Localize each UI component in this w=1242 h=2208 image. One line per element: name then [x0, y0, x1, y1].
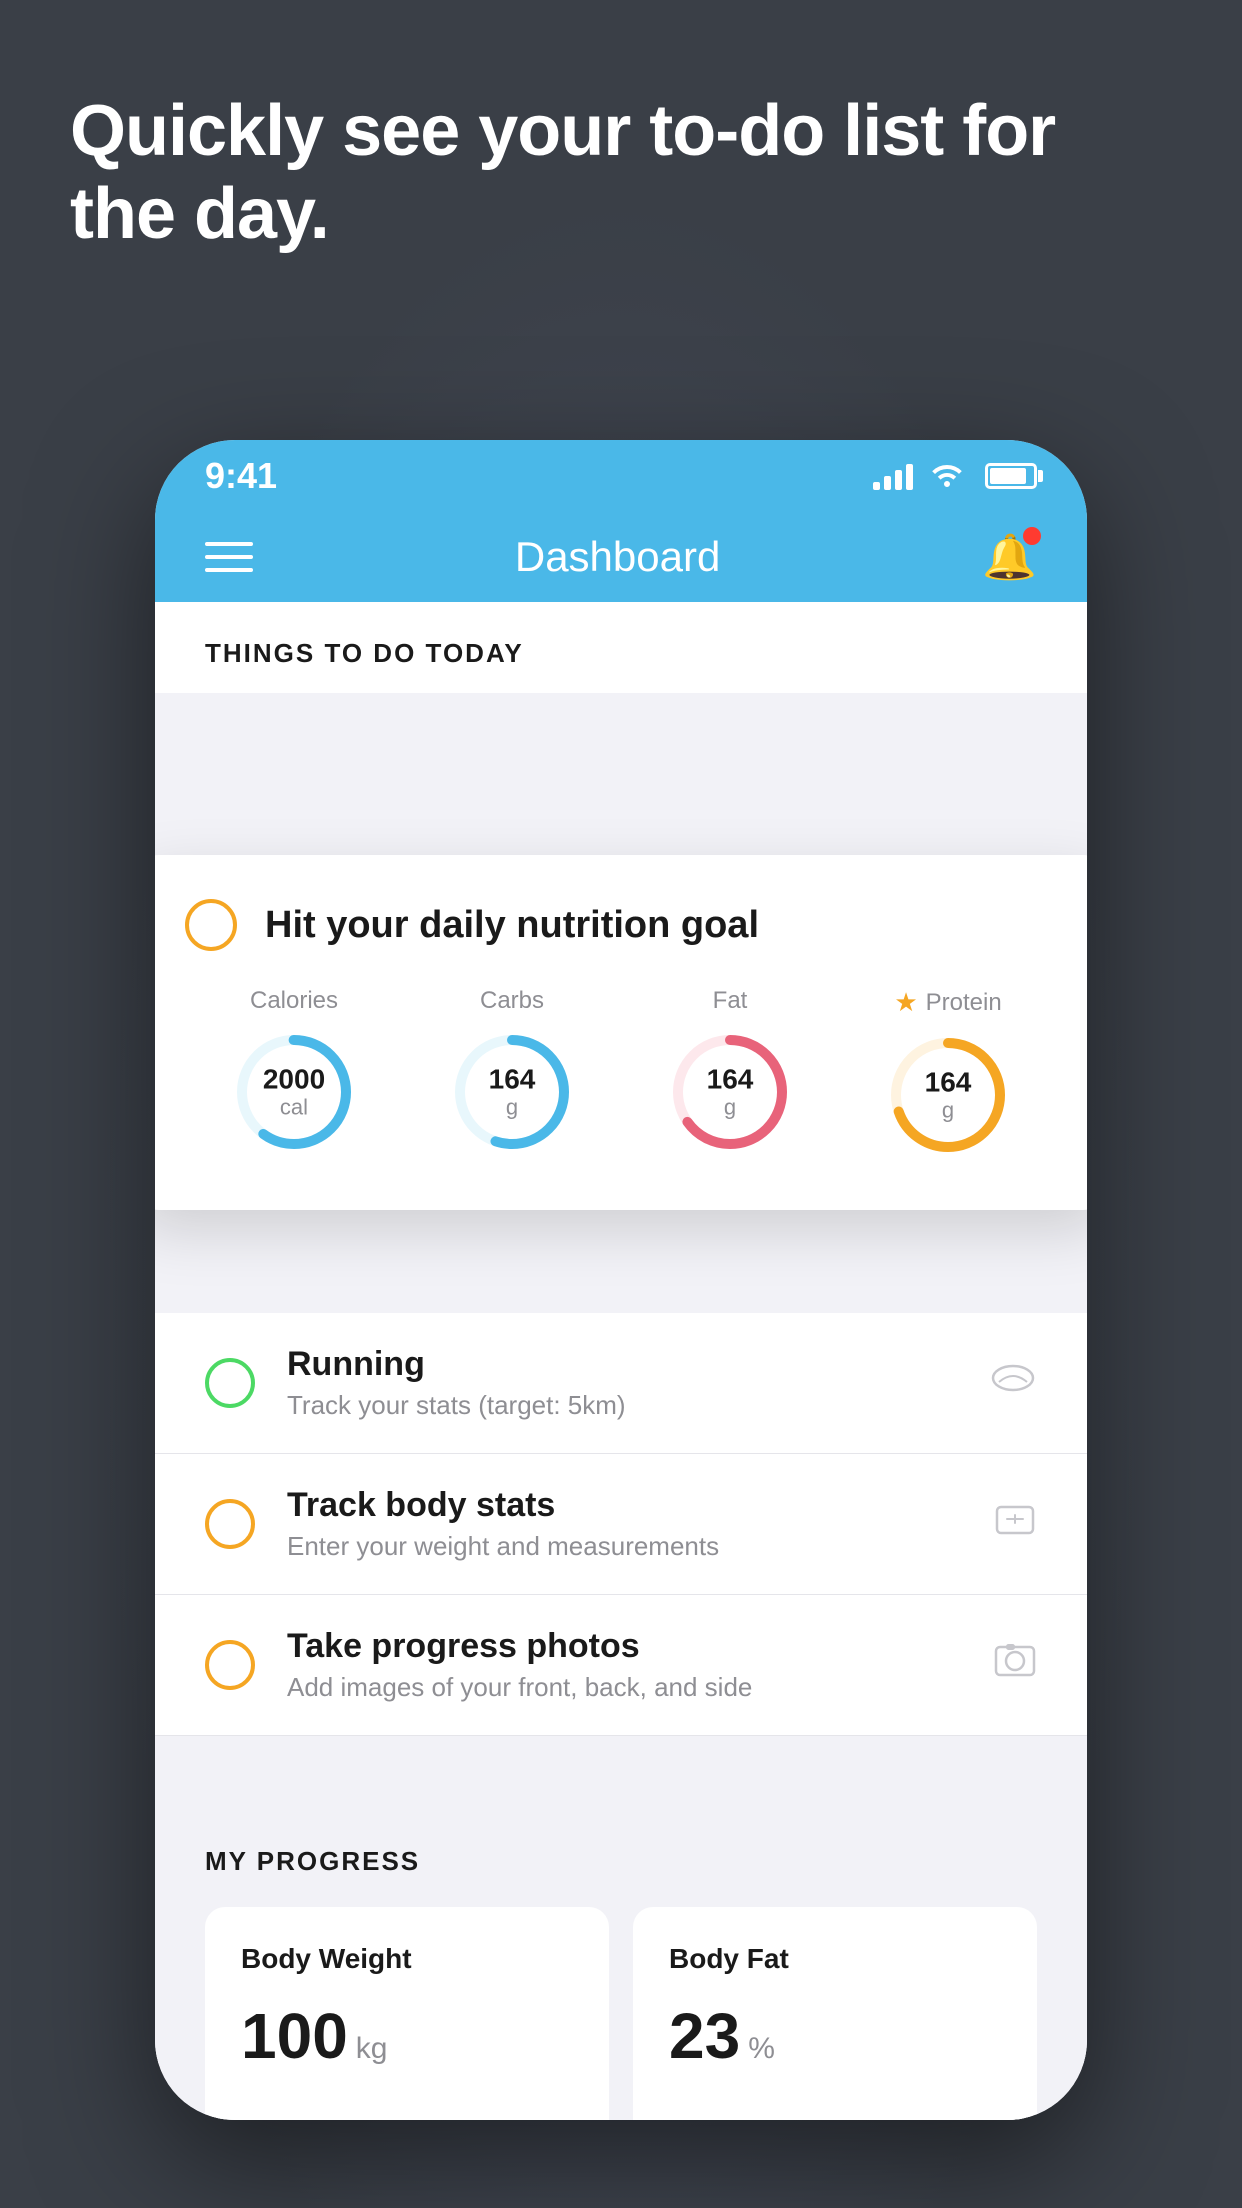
progress-section: MY PROGRESS Body Weight 100 kg [155, 1796, 1087, 2120]
battery-icon [985, 463, 1037, 489]
todo-list: Running Track your stats (target: 5km) T… [155, 1313, 1087, 1736]
progress-section-title: MY PROGRESS [205, 1846, 1037, 1877]
hamburger-line [205, 568, 253, 572]
fat-item: Fat 164 g [665, 987, 795, 1157]
signal-icon [873, 462, 913, 490]
status-bar: 9:41 [155, 440, 1087, 512]
notification-dot [1023, 527, 1041, 545]
fat-circle: 164 g [665, 1027, 795, 1157]
running-title: Running [287, 1345, 957, 1384]
running-subtitle: Track your stats (target: 5km) [287, 1390, 957, 1421]
star-icon: ★ [894, 987, 917, 1018]
todo-item-running[interactable]: Running Track your stats (target: 5km) [155, 1313, 1087, 1454]
body-fat-number: 23 [669, 1999, 740, 2073]
wifi-icon [929, 459, 965, 494]
status-icons [873, 459, 1037, 494]
progress-photos-check-circle [205, 1640, 255, 1690]
body-weight-card-title: Body Weight [241, 1943, 573, 1975]
carbs-unit: g [489, 1095, 536, 1119]
body-weight-card[interactable]: Body Weight 100 kg [205, 1907, 609, 2120]
body-stats-check-circle [205, 1499, 255, 1549]
progress-photos-subtitle: Add images of your front, back, and side [287, 1672, 961, 1703]
photo-icon [993, 1638, 1037, 1692]
app-content: THINGS TO DO TODAY Hit your daily nutrit… [155, 602, 1087, 2120]
carbs-value: 164 [489, 1065, 536, 1096]
body-stats-subtitle: Enter your weight and measurements [287, 1531, 961, 1562]
body-weight-chart [241, 2093, 573, 2120]
hero-text: Quickly see your to-do list for the day. [70, 90, 1172, 256]
fat-unit: g [707, 1095, 754, 1119]
things-to-do-title: THINGS TO DO TODAY [205, 638, 1037, 669]
nutrition-card: Hit your daily nutrition goal Calories [155, 855, 1087, 1210]
hamburger-line [205, 542, 253, 546]
carbs-item: Carbs 164 g [447, 987, 577, 1157]
protein-item: ★ Protein 164 g [883, 987, 1013, 1160]
status-time: 9:41 [205, 455, 277, 497]
todo-item-progress-photos[interactable]: Take progress photos Add images of your … [155, 1595, 1087, 1736]
body-fat-unit: % [748, 2032, 775, 2066]
running-text: Running Track your stats (target: 5km) [287, 1345, 957, 1421]
body-fat-card-title: Body Fat [669, 1943, 1001, 1975]
protein-circle: 164 g [883, 1030, 1013, 1160]
calories-circle: 2000 cal [229, 1027, 359, 1157]
menu-button[interactable] [205, 542, 253, 572]
body-weight-unit: kg [356, 2032, 388, 2066]
protein-label: Protein [926, 989, 1002, 1017]
hamburger-line [205, 555, 253, 559]
nutrition-check-circle[interactable] [185, 899, 237, 951]
protein-value: 164 [925, 1068, 972, 1099]
body-stats-text: Track body stats Enter your weight and m… [287, 1486, 961, 1562]
things-to-do-header: THINGS TO DO TODAY [155, 602, 1087, 693]
fat-label: Fat [713, 987, 748, 1015]
notification-bell-icon[interactable]: 🔔 [982, 531, 1037, 583]
progress-photos-text: Take progress photos Add images of your … [287, 1627, 961, 1703]
body-fat-card[interactable]: Body Fat 23 % [633, 1907, 1037, 2120]
nav-title: Dashboard [515, 533, 720, 581]
calories-label: Calories [250, 987, 338, 1015]
nutrition-row: Calories 2000 cal [185, 987, 1057, 1160]
carbs-label: Carbs [480, 987, 544, 1015]
progress-cards: Body Weight 100 kg [205, 1907, 1037, 2120]
phone-frame: 9:41 Dashboard 🔔 [155, 440, 1087, 2120]
running-icon [989, 1360, 1037, 1406]
carbs-circle: 164 g [447, 1027, 577, 1157]
body-fat-chart [669, 2093, 1001, 2120]
body-stats-title: Track body stats [287, 1486, 961, 1525]
todo-item-body-stats[interactable]: Track body stats Enter your weight and m… [155, 1454, 1087, 1595]
progress-photos-title: Take progress photos [287, 1627, 961, 1666]
body-weight-value-row: 100 kg [241, 1999, 573, 2073]
nutrition-card-title: Hit your daily nutrition goal [265, 904, 759, 947]
body-fat-value-row: 23 % [669, 1999, 1001, 2073]
calories-value: 2000 [263, 1065, 325, 1096]
running-check-circle [205, 1358, 255, 1408]
nav-bar: Dashboard 🔔 [155, 512, 1087, 602]
calories-item: Calories 2000 cal [229, 987, 359, 1157]
body-weight-number: 100 [241, 1999, 348, 2073]
protein-unit: g [925, 1098, 972, 1122]
fat-value: 164 [707, 1065, 754, 1096]
scale-icon [993, 1497, 1037, 1551]
calories-unit: cal [263, 1095, 325, 1119]
